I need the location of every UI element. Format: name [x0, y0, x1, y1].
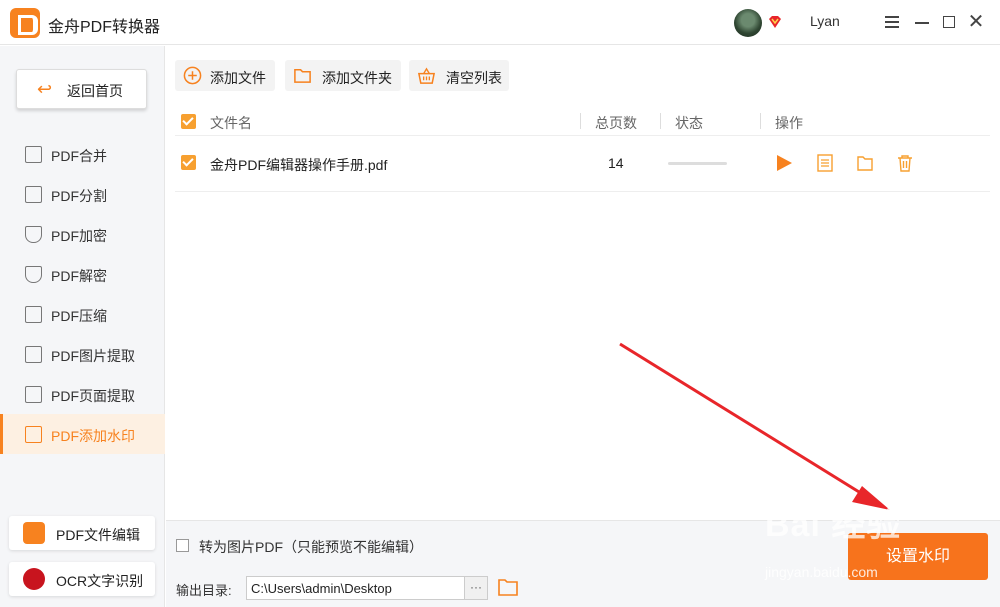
add-file-button[interactable]: 添加文件 [175, 60, 275, 91]
column-filename: 文件名 [210, 115, 252, 131]
add-folder-label: 添加文件夹 [322, 70, 392, 86]
sidebar-item-page-extract[interactable]: PDF页面提取 [0, 374, 165, 414]
convert-to-image-checkbox[interactable] [176, 539, 189, 552]
clear-list-label: 清空列表 [446, 70, 502, 86]
back-home-button[interactable]: ↩ 返回首页 [16, 69, 147, 109]
vip-badge-icon[interactable] [768, 15, 782, 29]
page-count: 14 [608, 155, 624, 171]
basket-icon [417, 67, 436, 84]
sidebar-item-label: PDF压缩 [51, 308, 107, 324]
open-folder-icon[interactable] [856, 154, 874, 172]
image-extract-icon [25, 346, 42, 363]
pdf-editor-label: PDF文件编辑 [56, 527, 140, 543]
file-name: 金舟PDF编辑器操作手册.pdf [210, 157, 388, 173]
column-divider [760, 113, 761, 129]
sidebar-item-label: PDF解密 [51, 268, 107, 284]
select-all-checkbox[interactable] [181, 114, 196, 129]
baidu-watermark: Bai 经验 [765, 506, 902, 544]
open-output-folder-icon[interactable] [498, 578, 518, 596]
column-pages: 总页数 [595, 115, 637, 131]
sidebar-item-encrypt[interactable]: PDF加密 [0, 214, 165, 254]
add-file-label: 添加文件 [210, 70, 266, 86]
username[interactable]: Lyan [810, 13, 840, 29]
app-logo-icon [10, 8, 40, 38]
output-dir-field[interactable]: C:\Users\admin\Desktop [246, 576, 465, 600]
sidebar-item-decrypt[interactable]: PDF解密 [0, 254, 165, 294]
convert-to-image-label: 转为图片PDF（只能预览不能编辑） [199, 539, 423, 555]
sidebar-item-split[interactable]: PDF分割 [0, 174, 165, 214]
close-icon[interactable]: ✕ [966, 12, 986, 32]
column-divider [580, 113, 581, 129]
page-extract-icon [25, 386, 42, 403]
pdf-editor-icon [23, 522, 45, 544]
ocr-label: OCR文字识别 [56, 573, 144, 589]
ocr-icon [23, 568, 45, 590]
split-icon [25, 186, 42, 203]
decrypt-icon [25, 266, 42, 283]
pdf-editor-link[interactable]: PDF文件编辑 [9, 516, 155, 550]
column-actions: 操作 [775, 115, 803, 131]
app-title: 金舟PDF转换器 [48, 19, 161, 36]
back-home-label: 返回首页 [67, 83, 123, 99]
watermark-icon [25, 426, 42, 443]
baidu-watermark-url: jingyan.baidu.com [765, 564, 878, 580]
browse-button[interactable]: ··· [464, 576, 488, 600]
title-bar: 金舟PDF转换器 Lyan ✕ [0, 0, 1000, 45]
add-circle-icon [183, 66, 202, 85]
sidebar-item-label: PDF页面提取 [51, 388, 135, 404]
return-arrow-icon: ↩ [37, 79, 53, 99]
encrypt-icon [25, 226, 42, 243]
sidebar-item-merge[interactable]: PDF合并 [0, 134, 165, 174]
add-folder-button[interactable]: 添加文件夹 [285, 60, 401, 91]
compress-icon [25, 306, 42, 323]
sidebar-item-label: PDF加密 [51, 228, 107, 244]
status-progress-bar [668, 162, 727, 165]
column-divider [660, 113, 661, 129]
folder-icon [294, 69, 311, 83]
table-row[interactable]: 金舟PDF编辑器操作手册.pdf 14 [175, 136, 990, 192]
output-dir-label: 输出目录: [176, 583, 232, 598]
settings-list-icon[interactable] [816, 154, 834, 172]
sidebar-item-label: PDF合并 [51, 148, 107, 164]
sidebar-item-label: PDF图片提取 [51, 348, 135, 364]
menu-icon[interactable] [882, 12, 902, 32]
maximize-icon[interactable] [939, 12, 959, 32]
sidebar-item-label: PDF添加水印 [51, 428, 135, 444]
play-icon[interactable] [775, 154, 793, 172]
file-table-header: 文件名 总页数 状态 操作 [175, 106, 990, 136]
sidebar-item-label: PDF分割 [51, 188, 107, 204]
row-checkbox[interactable] [181, 155, 196, 170]
sidebar-item-compress[interactable]: PDF压缩 [0, 294, 165, 334]
minimize-icon[interactable] [912, 12, 932, 32]
trash-icon[interactable] [896, 154, 914, 172]
sidebar-item-image-extract[interactable]: PDF图片提取 [0, 334, 165, 374]
merge-icon [25, 146, 42, 163]
clear-list-button[interactable]: 清空列表 [409, 60, 509, 91]
sidebar-item-watermark[interactable]: PDF添加水印 [0, 414, 165, 454]
sidebar: ↩ 返回首页 PDF合并 PDF分割 PDF加密 PDF解密 PDF压缩 PDF… [0, 46, 165, 607]
ocr-link[interactable]: OCR文字识别 [9, 562, 155, 596]
column-status: 状态 [675, 115, 703, 131]
avatar[interactable] [734, 9, 762, 37]
